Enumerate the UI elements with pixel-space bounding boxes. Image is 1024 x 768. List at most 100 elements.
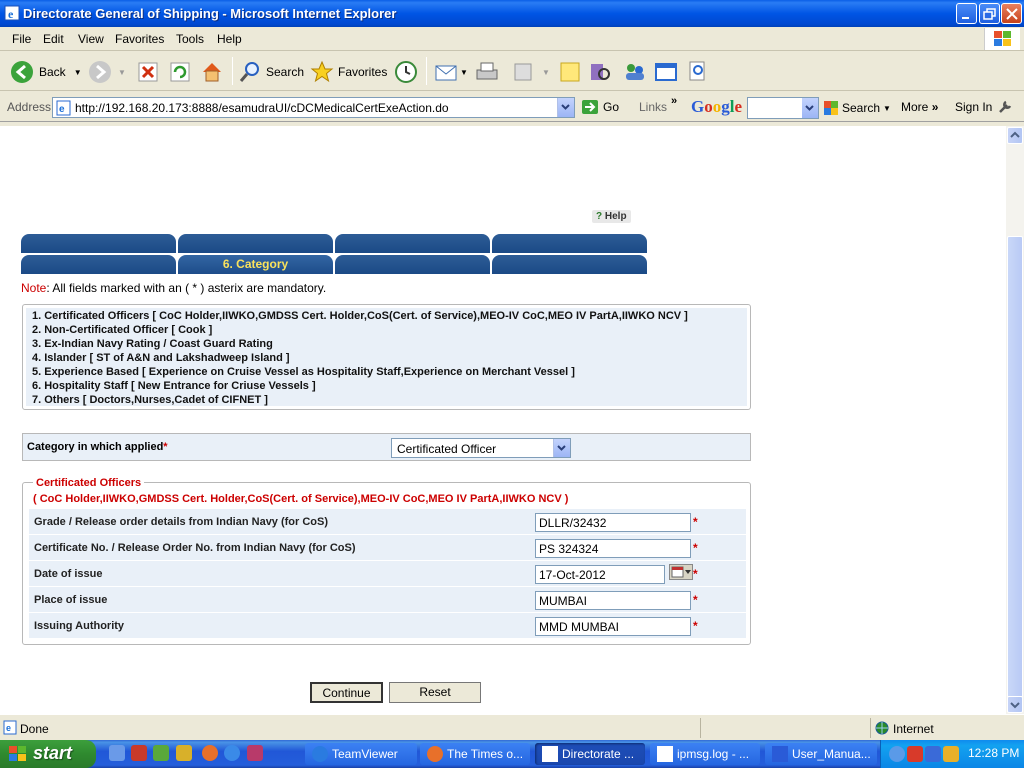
page-search-button[interactable] (686, 59, 710, 85)
tray-icon[interactable] (925, 746, 941, 762)
messenger-button[interactable] (622, 59, 648, 85)
history-button[interactable] (394, 59, 418, 85)
discuss-button[interactable] (558, 59, 582, 85)
reset-button[interactable]: Reset (389, 682, 481, 703)
place-of-issue-input[interactable]: MUMBAI (535, 591, 691, 610)
quicklaunch-app-icon[interactable] (247, 745, 263, 761)
menu-help[interactable]: Help (217, 32, 242, 46)
research-button[interactable] (588, 59, 612, 85)
forward-button[interactable]: ▼ (88, 59, 126, 85)
sign-in-button[interactable]: Sign In (955, 100, 992, 114)
links-chevron-icon[interactable]: » (671, 95, 677, 107)
ie-icon: e (4, 5, 20, 21)
svg-text:e: e (59, 104, 65, 115)
scroll-up-button[interactable] (1007, 127, 1023, 144)
tab-4[interactable] (492, 234, 647, 253)
restore-icon (983, 8, 996, 20)
scroll-thumb[interactable] (1007, 236, 1023, 698)
star-icon (310, 60, 334, 83)
favorites-button[interactable]: Favorites (310, 59, 387, 85)
tab-1[interactable] (21, 234, 176, 253)
calendar-button[interactable] (669, 564, 693, 580)
home-button[interactable] (200, 59, 224, 85)
mail-button[interactable]: ▼ (434, 59, 468, 85)
window-icon (655, 63, 677, 81)
back-button[interactable]: Back ▼ (10, 59, 82, 85)
category-select-value: Certificated Officer (397, 442, 497, 456)
more-button[interactable]: More » (901, 100, 938, 114)
page-content: ? Help 6. Category Note: All fields mark… (0, 126, 1006, 714)
google-search-input[interactable] (747, 97, 819, 119)
search-button[interactable]: Search (238, 59, 304, 85)
category-item: 5. Experience Based [ Experience on Crui… (32, 366, 575, 378)
print-button[interactable] (474, 59, 500, 85)
category-select-dropdown[interactable] (553, 439, 570, 457)
window-button[interactable] (654, 59, 678, 85)
vertical-scrollbar[interactable] (1006, 126, 1024, 714)
wrench-icon[interactable] (997, 99, 1013, 115)
tray-icon[interactable] (943, 746, 959, 762)
task-times[interactable]: The Times o... (420, 743, 530, 765)
required-mark: * (693, 541, 698, 555)
issuing-authority-input[interactable]: MMD MUMBAI (535, 617, 691, 636)
close-button[interactable] (1001, 3, 1022, 24)
system-tray: 12:28 PM (880, 740, 1024, 768)
menu-view[interactable]: View (78, 32, 104, 46)
refresh-button[interactable] (169, 59, 191, 85)
address-input[interactable]: e http://192.168.20.173:8888/esamudraUI/… (52, 97, 575, 118)
windows-flag-icon (994, 31, 1011, 46)
grade-row: Grade / Release order details from India… (29, 509, 746, 535)
place-of-issue-label: Place of issue (34, 594, 108, 606)
google-dropdown[interactable] (802, 98, 818, 118)
tab-3[interactable] (335, 234, 490, 253)
tab-8[interactable] (492, 255, 647, 274)
date-of-issue-label: Date of issue (34, 568, 103, 580)
links-button[interactable]: Links (639, 100, 667, 114)
certificate-no-input[interactable]: PS 324324 (535, 539, 691, 558)
tab-category[interactable]: 6. Category (178, 255, 333, 274)
tab-2[interactable] (178, 234, 333, 253)
help-link[interactable]: ? Help (592, 210, 631, 223)
back-arrow-icon (11, 61, 33, 83)
tab-7[interactable] (335, 255, 490, 274)
menu-file[interactable]: File (12, 32, 31, 46)
mail-icon (435, 65, 457, 81)
ie-icon[interactable] (224, 745, 240, 761)
refresh-icon (170, 62, 190, 82)
category-item: 1. Certificated Officers [ CoC Holder,II… (32, 310, 688, 322)
start-button[interactable]: start (0, 740, 96, 768)
quicklaunch-app-icon[interactable] (176, 745, 192, 761)
task-ipmsg[interactable]: ipmsg.log - ... (650, 743, 760, 765)
go-arrow-icon (582, 100, 598, 114)
menu-edit[interactable]: Edit (43, 32, 64, 46)
stop-button[interactable] (137, 59, 159, 85)
edit-button[interactable]: ▼ (512, 59, 550, 85)
tray-icon[interactable] (889, 746, 905, 762)
google-search-button[interactable]: Search ▼ (823, 100, 891, 116)
address-dropdown[interactable] (557, 98, 574, 117)
forward-arrow-icon (89, 61, 111, 83)
menu-tools[interactable]: Tools (176, 32, 204, 46)
scroll-down-button[interactable] (1007, 696, 1023, 713)
continue-button[interactable]: Continue (310, 682, 383, 703)
date-of-issue-input[interactable]: 17-Oct-2012 (535, 565, 665, 584)
quicklaunch-desktop-icon[interactable] (109, 745, 125, 761)
minimize-button[interactable] (956, 3, 977, 24)
page-icon: e (56, 100, 71, 116)
firefox-icon[interactable] (202, 745, 218, 761)
quicklaunch-app-icon[interactable] (153, 745, 169, 761)
quicklaunch-app-icon[interactable] (131, 745, 147, 761)
grade-input[interactable]: DLLR/32432 (535, 513, 691, 532)
task-directorate[interactable]: Directorate ... (535, 743, 645, 765)
go-button[interactable]: Go (581, 99, 619, 115)
category-item: 3. Ex-Indian Navy Rating / Coast Guard R… (32, 338, 273, 350)
tab-5[interactable] (21, 255, 176, 274)
task-teamviewer[interactable]: TeamViewer (305, 743, 417, 765)
edit-icon (514, 63, 532, 81)
address-label: Address (7, 100, 52, 114)
restore-button[interactable] (979, 3, 1000, 24)
category-select[interactable]: Certificated Officer (391, 438, 571, 458)
task-user-manual[interactable]: User_Manua... (765, 743, 877, 765)
tray-icon[interactable] (907, 746, 923, 762)
menu-favorites[interactable]: Favorites (115, 32, 164, 46)
